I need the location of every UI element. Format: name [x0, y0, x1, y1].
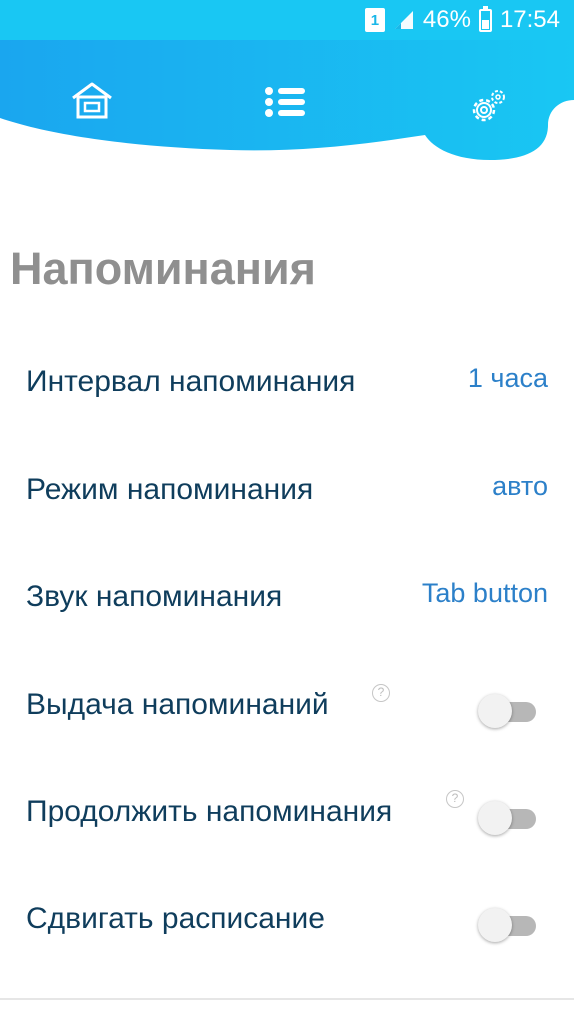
home-icon — [72, 82, 112, 119]
battery-icon — [478, 5, 492, 32]
setting-label: Звук напоминания — [26, 580, 283, 613]
setting-label: Продолжить напоминания — [26, 795, 393, 828]
setting-label: Режим напоминания — [26, 473, 314, 506]
setting-issue-reminders[interactable]: Выдача напоминаний ? — [0, 678, 574, 738]
setting-label: Сдвигать расписание — [26, 902, 325, 935]
battery-fill — [481, 19, 489, 29]
tab-settings[interactable] — [467, 86, 509, 128]
setting-value[interactable]: авто — [492, 471, 548, 502]
bottom-divider — [0, 998, 574, 1000]
setting-value[interactable]: Tab button — [422, 578, 548, 609]
clock: 17:54 — [499, 6, 560, 33]
help-icon[interactable]: ? — [372, 684, 390, 702]
gear-icon — [472, 90, 505, 122]
status-icons: 1 46% 17:54 — [364, 0, 560, 40]
setting-reminder-sound[interactable]: Звук напоминания Tab button — [0, 570, 574, 630]
setting-reminder-mode[interactable]: Режим напоминания авто — [0, 463, 574, 523]
setting-continue-reminders[interactable]: Продолжить напоминания ? — [0, 785, 574, 845]
battery-percent: 46% — [422, 6, 471, 33]
help-icon[interactable]: ? — [446, 790, 464, 808]
tab-list[interactable] — [264, 86, 306, 118]
toggle-switch[interactable] — [478, 801, 538, 835]
signal-icon — [394, 11, 413, 29]
toggle-switch[interactable] — [478, 694, 538, 728]
list-icon — [265, 87, 305, 117]
status-bar: 1 46% 17:54 — [0, 0, 574, 40]
toggle-knob — [478, 801, 512, 835]
setting-label: Интервал напоминания — [26, 365, 356, 398]
setting-shift-schedule[interactable]: Сдвигать расписание — [0, 892, 574, 952]
setting-value[interactable]: 1 часа — [468, 363, 548, 394]
toggle-knob — [478, 694, 512, 728]
page-title: Напоминания — [10, 243, 316, 294]
tab-home[interactable] — [70, 80, 114, 120]
setting-reminder-interval[interactable]: Интервал напоминания 1 часа — [0, 355, 574, 415]
toggle-knob — [478, 908, 512, 942]
setting-label: Выдача напоминаний — [26, 688, 329, 721]
sim-icon: 1 — [364, 8, 385, 32]
toggle-switch[interactable] — [478, 908, 538, 942]
